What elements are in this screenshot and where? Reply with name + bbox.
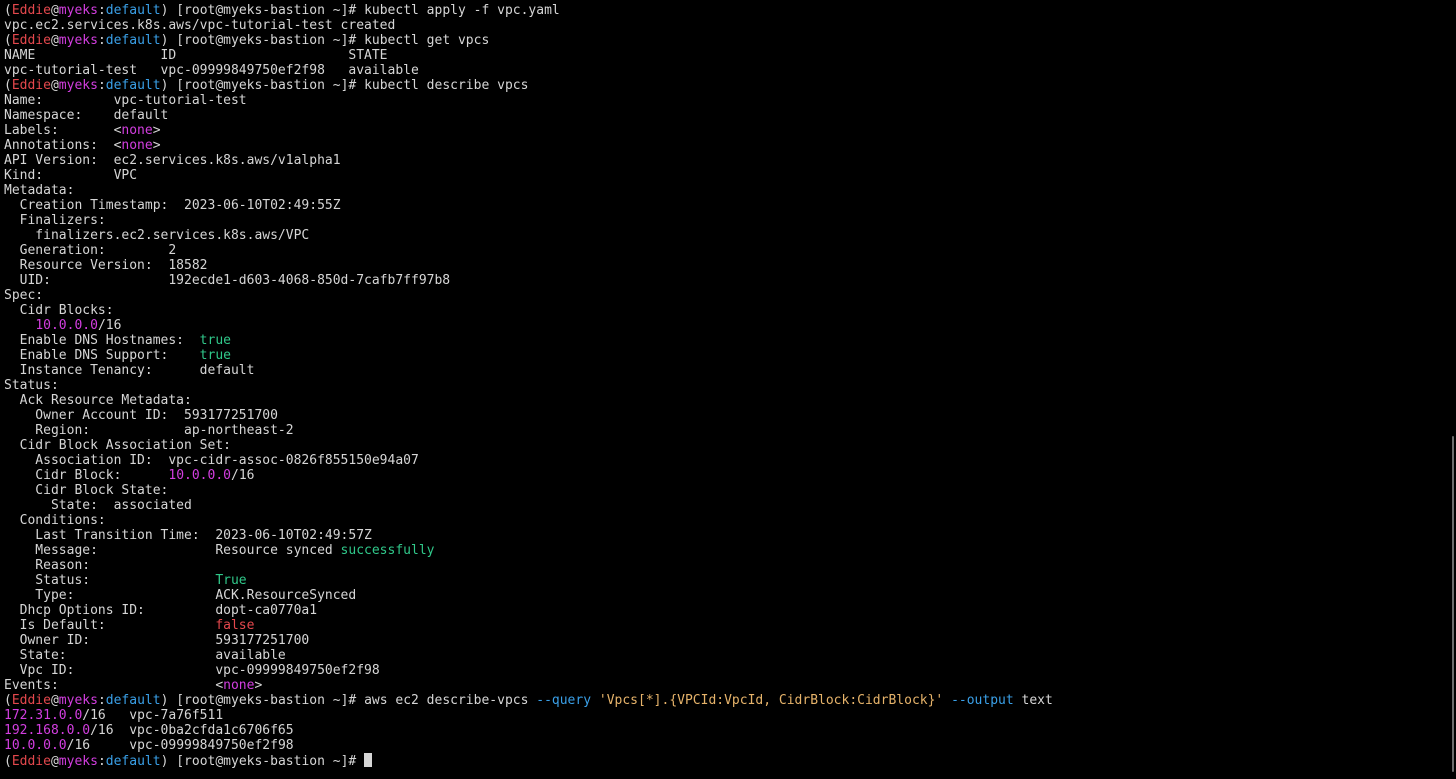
command-text: kubectl get vpcs	[364, 33, 490, 48]
output-line: Status: True	[4, 573, 247, 588]
output-line: Cidr Block State:	[4, 483, 169, 498]
output-line: Region: ap-northeast-2	[4, 423, 294, 438]
prompt-user: Eddie	[11, 3, 51, 18]
terminal-window[interactable]: (Eddie@myeks:default) [root@myeks-bastio…	[0, 0, 1456, 779]
output-line: Generation: 2	[4, 243, 177, 258]
output-line: Spec:	[4, 288, 44, 303]
output-line: Conditions:	[4, 513, 106, 528]
output-line: finalizers.ec2.services.k8s.aws/VPC	[4, 228, 310, 243]
output-line: Labels: <none>	[4, 123, 161, 138]
prompt-host: myeks	[58, 33, 98, 48]
prompt-line: (Eddie@myeks:default) [root@myeks-bastio…	[4, 3, 560, 18]
output-line: Cidr Blocks:	[4, 303, 114, 318]
prompt-line: (Eddie@myeks:default) [root@myeks-bastio…	[4, 33, 490, 48]
command-text: aws ec2 describe-vpcs	[364, 693, 537, 708]
vpc-list-row: 10.0.0.0/16 vpc-09999849750ef2f98	[4, 738, 294, 753]
prompt-user: Eddie	[11, 78, 51, 93]
prompt-host: myeks	[58, 693, 98, 708]
output-line: Creation Timestamp: 2023-06-10T02:49:55Z	[4, 198, 341, 213]
output-line: 10.0.0.0/16	[35, 318, 122, 333]
output-line: Owner ID: 593177251700	[4, 633, 310, 648]
prompt-namespace: default	[105, 3, 161, 18]
text-cursor	[364, 753, 373, 767]
output-line: Enable DNS Support: true	[4, 348, 231, 363]
output-line: Events: <none>	[4, 678, 263, 693]
table-header: NAME ID STATE	[4, 48, 388, 63]
output-line: Association ID: vpc-cidr-assoc-0826f8551…	[4, 453, 419, 468]
prompt-host: myeks	[58, 3, 98, 18]
output-line: Last Transition Time: 2023-06-10T02:49:5…	[4, 528, 372, 543]
output-line: Owner Account ID: 593177251700	[4, 408, 278, 423]
active-prompt-line[interactable]: (Eddie@myeks:default) [root@myeks-bastio…	[4, 753, 1456, 769]
prompt-namespace: default	[105, 33, 161, 48]
prompt-line: (Eddie@myeks:default) [root@myeks-bastio…	[4, 78, 529, 93]
output-line: Cidr Block Association Set:	[4, 438, 231, 453]
output-line: Is Default: false	[4, 618, 255, 633]
output-line: Message: Resource synced successfully	[4, 543, 435, 558]
prompt-namespace: default	[105, 754, 161, 769]
command-text: kubectl describe vpcs	[364, 78, 529, 93]
output-line: Reason:	[4, 558, 91, 573]
output-line: Vpc ID: vpc-09999849750ef2f98	[4, 663, 380, 678]
output-line: Resource Version: 18582	[4, 258, 208, 273]
vpc-list-row: 192.168.0.0/16 vpc-0ba2cfda1c6706f65	[4, 723, 294, 738]
output-line: UID: 192ecde1-d603-4068-850d-7cafb7ff97b…	[4, 273, 451, 288]
prompt-host: myeks	[58, 754, 98, 769]
output-line: Annotations: <none>	[4, 138, 161, 153]
command-text: kubectl apply -f vpc.yaml	[364, 3, 560, 18]
prompt-user: Eddie	[11, 33, 51, 48]
prompt-user: Eddie	[11, 693, 51, 708]
output-line: Kind: VPC	[4, 168, 138, 183]
scrollbar[interactable]	[1447, 0, 1456, 779]
output-line: Ack Resource Metadata:	[4, 393, 192, 408]
scrollbar-thumb[interactable]	[1452, 436, 1454, 772]
output-line: Finalizers:	[4, 213, 106, 228]
table-row: vpc-tutorial-test vpc-09999849750ef2f98 …	[4, 63, 419, 78]
prompt-host: myeks	[58, 78, 98, 93]
output-line: Dhcp Options ID: dopt-ca0770a1	[4, 603, 318, 618]
output-line: Type: ACK.ResourceSynced	[4, 588, 357, 603]
output-line: API Version: ec2.services.k8s.aws/v1alph…	[4, 153, 341, 168]
prompt-namespace: default	[105, 693, 161, 708]
output-line: Cidr Block: 10.0.0.0/16	[4, 468, 255, 483]
vpc-list-row: 172.31.0.0/16 vpc-7a76f511	[4, 708, 224, 723]
output-line: State: available	[4, 648, 286, 663]
prompt-user: Eddie	[11, 754, 51, 769]
prompt-line: (Eddie@myeks:default) [root@myeks-bastio…	[4, 693, 1053, 708]
output-line: Metadata:	[4, 183, 75, 198]
prompt-namespace: default	[105, 78, 161, 93]
output-line: vpc.ec2.services.k8s.aws/vpc-tutorial-te…	[4, 18, 396, 33]
output-line: Instance Tenancy: default	[4, 363, 255, 378]
output-line: Status:	[4, 378, 59, 393]
output-line: State: associated	[4, 498, 192, 513]
output-line: Name: vpc-tutorial-test	[4, 93, 247, 108]
output-line: Enable DNS Hostnames: true	[4, 333, 231, 348]
output-line: Namespace: default	[4, 108, 169, 123]
